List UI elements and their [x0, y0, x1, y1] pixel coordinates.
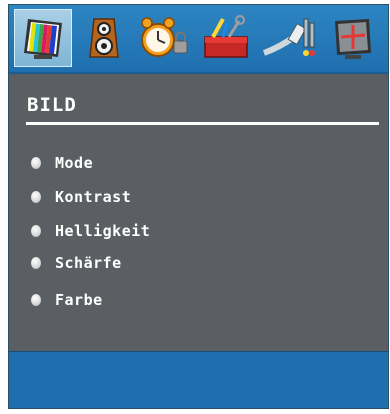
toolbox-icon — [204, 15, 248, 58]
title-divider — [26, 122, 379, 125]
menu-item-label: Mode — [55, 154, 94, 172]
tab-picture[interactable] — [14, 9, 72, 67]
alarm-clock-icon — [141, 17, 188, 57]
menu-item-helligkeit[interactable]: Helligkeit — [31, 220, 150, 242]
av-cables-icon — [262, 18, 315, 56]
menu-item-label: Schärfe — [55, 254, 122, 272]
menu-item-label: Farbe — [55, 291, 103, 309]
tab-screen[interactable] — [323, 9, 381, 67]
menu-item-farbe[interactable]: Farbe — [31, 289, 103, 311]
screen-position-icon — [335, 19, 371, 59]
bullet-icon — [31, 225, 41, 237]
bullet-icon — [31, 191, 41, 203]
bullet-icon — [31, 294, 41, 306]
tv-picture-icon — [24, 19, 62, 59]
menu-item-label: Helligkeit — [55, 222, 151, 240]
menu-footer-bar — [9, 351, 388, 408]
bullet-icon — [31, 157, 41, 169]
menu-title: BILD — [27, 94, 77, 116]
tv-osd-menu: BILD Mode Kontrast Helligkeit Schärfe Fa… — [8, 4, 389, 409]
bullet-icon — [31, 257, 41, 269]
tab-source[interactable] — [259, 9, 317, 67]
menu-item-mode[interactable]: Mode — [31, 152, 93, 174]
tab-sound[interactable] — [75, 9, 133, 67]
tab-timers[interactable] — [134, 9, 192, 67]
tab-install[interactable] — [197, 9, 255, 67]
menu-item-schaerfe[interactable]: Schärfe — [31, 252, 122, 274]
speaker-icon — [89, 18, 119, 58]
menu-tab-bar — [9, 5, 388, 74]
menu-item-label: Kontrast — [55, 188, 132, 206]
menu-item-kontrast[interactable]: Kontrast — [31, 186, 131, 208]
picture-menu-panel: BILD Mode Kontrast Helligkeit Schärfe Fa… — [9, 74, 388, 354]
